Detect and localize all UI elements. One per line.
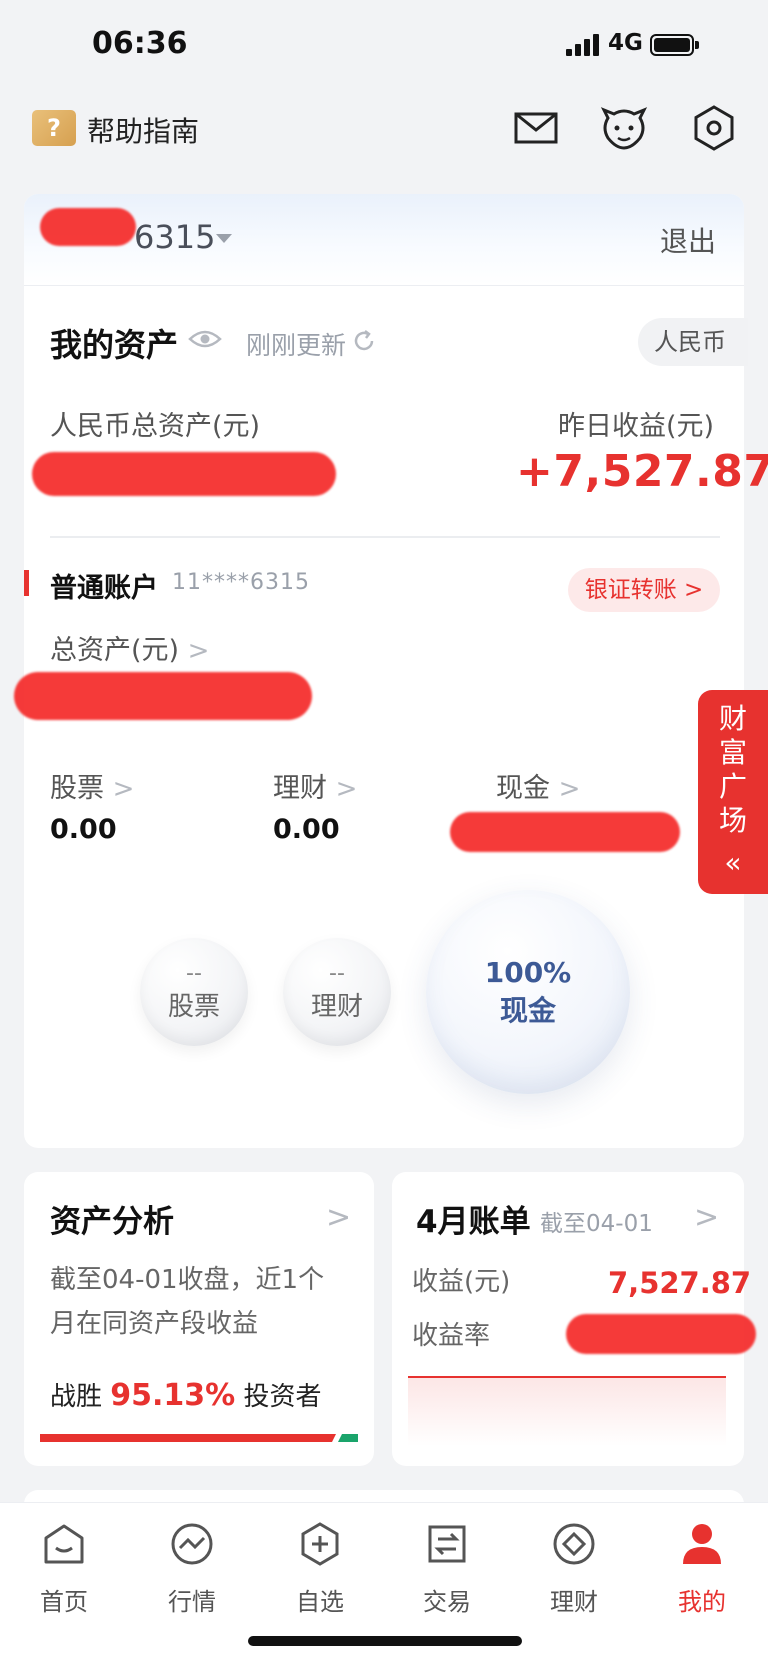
- beat-investors-line: 战胜 95.13% 投资者: [50, 1376, 322, 1413]
- redaction-mark: [32, 452, 336, 496]
- stock-value: 0.00: [50, 814, 117, 845]
- wealth-allocation-pct: --: [329, 961, 345, 986]
- account-type: 普通账户: [50, 573, 158, 604]
- tab-watchlist-label: 自选: [296, 1588, 344, 1616]
- logout-button[interactable]: 退出: [660, 220, 716, 260]
- wealth-value: 0.00: [273, 814, 340, 845]
- redaction-mark: [450, 812, 680, 852]
- account-number: 11****6315: [172, 570, 310, 595]
- tab-me[interactable]: 我的: [652, 1520, 752, 1617]
- account-bar: [24, 194, 744, 286]
- mail-icon[interactable]: [512, 104, 560, 152]
- tab-market-label: 行情: [168, 1588, 216, 1616]
- settings-icon[interactable]: [690, 104, 738, 152]
- eye-icon[interactable]: [188, 328, 222, 350]
- cash-allocation-bubble[interactable]: 100% 现金: [426, 890, 630, 1094]
- assets-title: 我的资产: [50, 326, 179, 364]
- tab-home[interactable]: 首页: [14, 1520, 114, 1617]
- bill-profit-value: 7,527.87: [608, 1266, 752, 1300]
- side-tab-char: 广: [718, 770, 747, 803]
- wealth-link[interactable]: 理财 >: [273, 766, 357, 805]
- tab-trade[interactable]: 交易: [397, 1520, 497, 1617]
- home-indicator: [248, 1636, 522, 1646]
- side-tab-char: 场: [718, 804, 747, 837]
- stock-allocation-bubble[interactable]: -- 股票: [140, 938, 248, 1046]
- asset-analysis-title: 资产分析: [50, 1204, 174, 1240]
- profile-icon: [683, 1524, 721, 1564]
- tab-watchlist[interactable]: 自选: [270, 1520, 370, 1617]
- trade-icon: [428, 1525, 466, 1563]
- add-watchlist-icon: [301, 1522, 339, 1566]
- stock-allocation-name: 股票: [167, 992, 220, 1022]
- tab-wealth[interactable]: 理财: [524, 1520, 624, 1617]
- cash-link[interactable]: 现金 >: [496, 766, 580, 805]
- analysis-text-line1: 截至04-01收盘，近1个: [50, 1265, 325, 1295]
- beat-suffix: 投资者: [243, 1382, 322, 1412]
- market-icon: [171, 1523, 213, 1565]
- beat-prefix: 战胜: [50, 1382, 103, 1412]
- currency-selector[interactable]: 人民币: [638, 318, 748, 366]
- battery-cap: [695, 41, 699, 49]
- update-status: 刚刚更新: [246, 331, 347, 360]
- tab-wealth-label: 理财: [550, 1588, 598, 1616]
- wealth-allocation-bubble[interactable]: -- 理财: [283, 938, 391, 1046]
- bill-title: 4月账单: [416, 1204, 531, 1240]
- help-guide-icon[interactable]: ?: [32, 110, 76, 146]
- stock-allocation-pct: --: [186, 961, 202, 986]
- beat-progress-bar: [40, 1434, 358, 1442]
- bill-date: 截至04-01: [540, 1211, 653, 1237]
- chevron-right-icon[interactable]: >: [326, 1200, 351, 1235]
- stock-link[interactable]: 股票 >: [50, 766, 134, 805]
- mascot-icon[interactable]: [600, 104, 648, 152]
- redaction-mark: [14, 672, 312, 720]
- chevron-right-icon: >: [558, 774, 581, 804]
- beat-percentage: 95.13%: [110, 1378, 236, 1413]
- stock-label: 股票: [50, 773, 104, 804]
- total-assets-label: 人民币总资产(元): [50, 411, 261, 442]
- chevron-right-icon: >: [335, 774, 358, 804]
- wealth-plaza-tab[interactable]: 财 富 广 场 «: [698, 690, 768, 894]
- bank-transfer-button[interactable]: 银证转账 >: [568, 568, 720, 612]
- cash-allocation-pct: 100%: [484, 955, 572, 989]
- signal-icon: [566, 34, 599, 56]
- cash-label: 现金: [496, 773, 550, 804]
- account-total-label: 总资产(元): [50, 635, 180, 666]
- battery-icon: [650, 34, 694, 56]
- chevron-right-icon: >: [112, 774, 135, 804]
- side-tab-char: 财: [718, 702, 747, 735]
- tab-me-label: 我的: [678, 1588, 726, 1616]
- bill-rate-label: 收益率: [412, 1321, 491, 1351]
- network-label: 4G: [608, 30, 643, 56]
- account-dropdown-icon[interactable]: [216, 234, 232, 243]
- home-icon: [44, 1524, 84, 1564]
- wealth-label: 理财: [273, 773, 327, 804]
- redaction-mark: [566, 1314, 756, 1354]
- help-guide-label[interactable]: 帮助指南: [87, 110, 199, 150]
- yesterday-profit-value: +7,527.87: [516, 446, 768, 497]
- tab-market[interactable]: 行情: [142, 1520, 242, 1617]
- chevron-right-icon: >: [187, 636, 210, 666]
- account-suffix[interactable]: 6315: [134, 218, 215, 256]
- section-marker: [24, 570, 29, 596]
- wealth-allocation-name: 理财: [310, 992, 363, 1022]
- refresh-icon[interactable]: [352, 329, 376, 353]
- tab-home-label: 首页: [40, 1588, 88, 1616]
- redaction-mark: [40, 208, 136, 246]
- divider: [50, 536, 720, 538]
- wealth-icon: [553, 1523, 595, 1565]
- yesterday-profit-label: 昨日收益(元): [558, 411, 715, 442]
- bill-trend-chart: [408, 1376, 726, 1446]
- double-chevron-left-icon: «: [724, 846, 742, 879]
- analysis-text-line2: 月在同资产段收益: [50, 1309, 259, 1339]
- status-time: 06:36: [92, 26, 188, 61]
- side-tab-char: 富: [718, 736, 747, 769]
- bill-profit-label: 收益(元): [412, 1267, 511, 1297]
- account-total-link[interactable]: 总资产(元) >: [50, 628, 209, 667]
- chevron-right-icon[interactable]: >: [694, 1200, 719, 1235]
- tab-trade-label: 交易: [423, 1588, 471, 1616]
- cash-allocation-name: 现金: [499, 993, 556, 1027]
